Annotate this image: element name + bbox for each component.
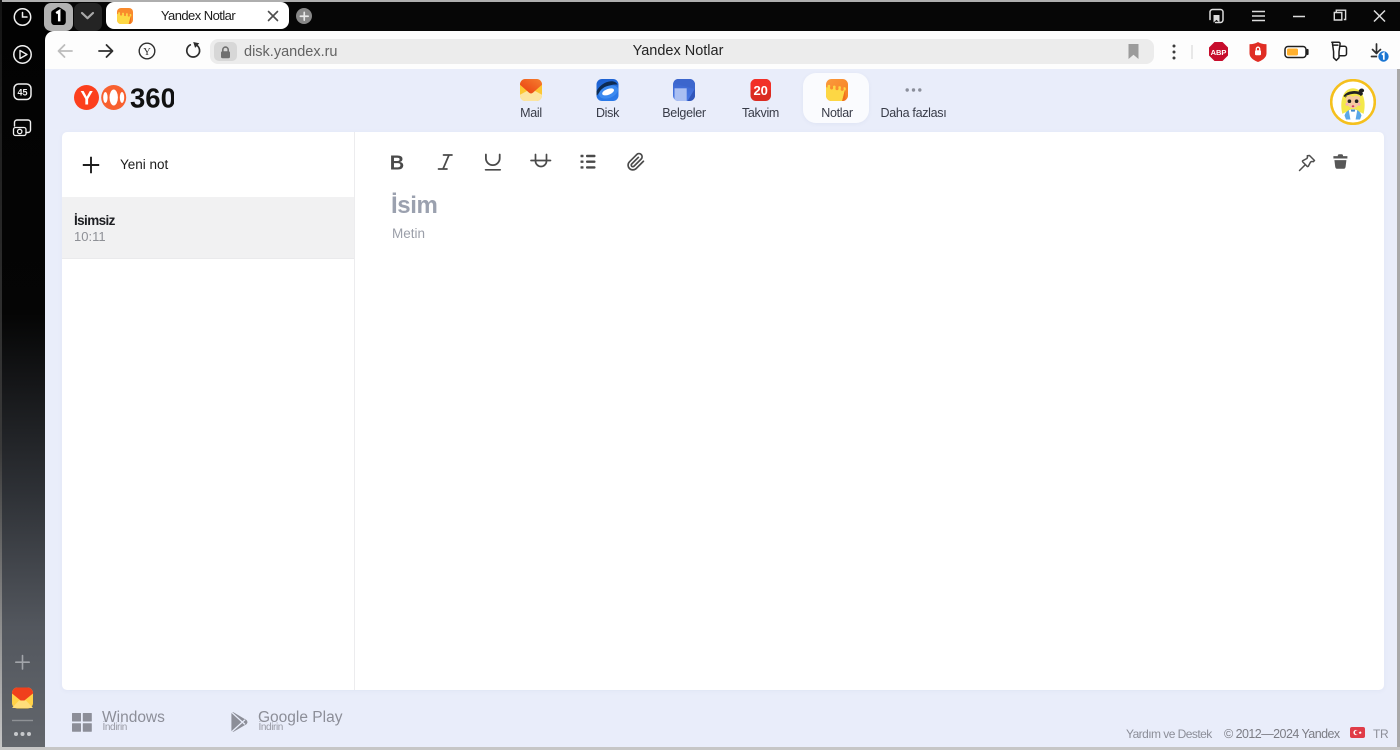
svg-text:360: 360 — [130, 85, 174, 111]
svg-text:Y: Y — [143, 47, 151, 58]
svg-text:B: B — [390, 152, 404, 174]
svg-text:20: 20 — [753, 83, 767, 98]
svg-text:45: 45 — [17, 88, 27, 98]
svg-text:Y: Y — [80, 89, 93, 110]
svg-text:ABP: ABP — [1211, 48, 1227, 57]
